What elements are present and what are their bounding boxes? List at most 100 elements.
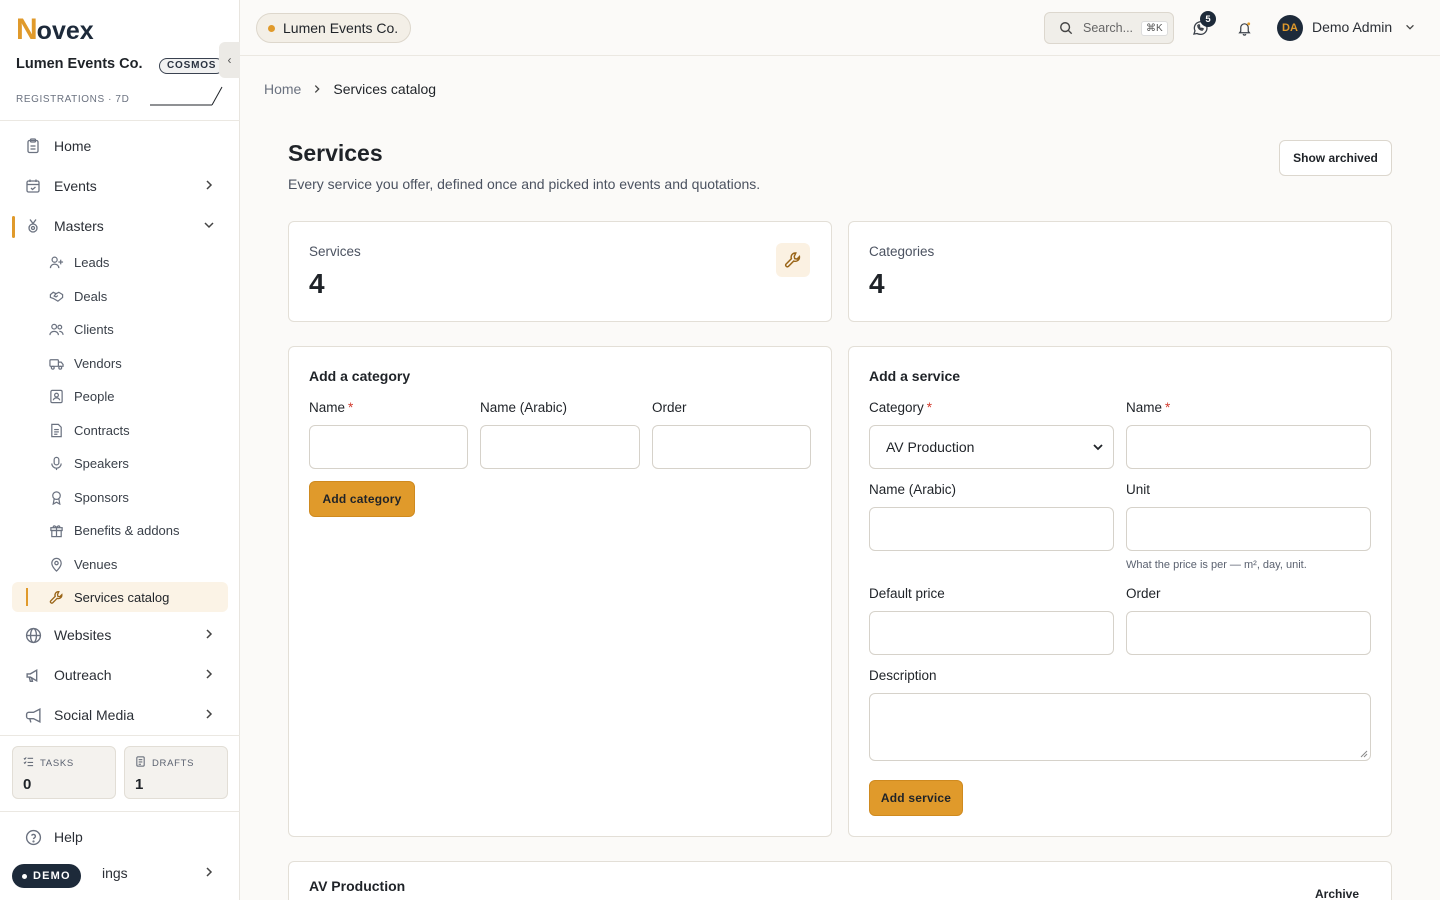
topbar: Lumen Events Co. Search... ⌘K 5 DA Demo …	[240, 0, 1440, 56]
chevron-down-icon	[1093, 444, 1103, 451]
show-archived-button[interactable]: Show archived	[1279, 140, 1392, 176]
sidebar-item-people[interactable]: People	[12, 381, 228, 411]
megaphone-icon	[24, 666, 42, 684]
category-name-input[interactable]	[309, 425, 468, 469]
resize-handle-icon[interactable]	[1360, 750, 1368, 758]
description-textarea[interactable]	[869, 693, 1371, 761]
user-menu[interactable]: Demo Admin	[1312, 19, 1416, 36]
sidebar-item-outreach[interactable]: Outreach	[12, 655, 228, 695]
archive-category-button[interactable]: Archive	[1315, 887, 1359, 900]
sidebar-item-label: Speakers	[74, 455, 129, 471]
avatar[interactable]: DA	[1277, 15, 1303, 41]
sidebar-item-label: Home	[54, 138, 92, 154]
sidebar-item-speakers[interactable]: Speakers	[12, 448, 228, 478]
stat-value: 4	[309, 268, 325, 299]
sidebar: N ovex Lumen Events Co. COSMOS ‹ REGISTR…	[0, 0, 240, 900]
notifications-button[interactable]	[1234, 18, 1254, 38]
tenant-switcher[interactable]: Lumen Events Co.	[256, 13, 412, 43]
field-label: Default price	[869, 586, 945, 601]
field-label: Order	[652, 400, 687, 415]
brand-logo-n: N	[16, 13, 38, 46]
sidebar-item-benefits-addons[interactable]: Benefits & addons	[12, 515, 228, 545]
sidebar-item-help[interactable]: Help	[12, 817, 228, 857]
service-unit-input[interactable]	[1126, 507, 1371, 551]
sidebar-divider	[0, 120, 240, 121]
sidebar-item-deals[interactable]: Deals	[12, 281, 228, 311]
sidebar-item-contracts[interactable]: Contracts	[12, 415, 228, 445]
sidebar-item-masters[interactable]: Masters	[12, 206, 228, 246]
service-name-input[interactable]	[1126, 425, 1371, 469]
search-label: Search...	[1083, 21, 1134, 35]
field-label: Order	[1126, 586, 1161, 601]
medal-icon	[24, 217, 42, 235]
sidebar-item-label: Masters	[54, 218, 104, 234]
handshake-icon	[48, 288, 64, 304]
sidebar-item-leads[interactable]: Leads	[12, 247, 228, 277]
sidebar-item-label: Benefits & addons	[74, 522, 180, 538]
tenant-name: Lumen Events Co.	[283, 20, 399, 36]
sidebar-item-home[interactable]: Home	[12, 126, 228, 166]
demo-mode-badge[interactable]: DEMO	[12, 864, 81, 888]
field-label: Name *	[309, 400, 354, 415]
service-order-input[interactable]	[1126, 611, 1371, 655]
service-category-select[interactable]: AV Production	[869, 425, 1114, 469]
category-section-av-production: AV Production Archive	[288, 861, 1392, 900]
sidebar-item-label: Vendors	[74, 355, 122, 371]
award-icon	[48, 489, 64, 505]
sidebar-item-sponsors[interactable]: Sponsors	[12, 482, 228, 512]
sidebar-divider	[0, 811, 240, 812]
sidebar-item-websites[interactable]: Websites	[12, 615, 228, 655]
default-price-input[interactable]	[869, 611, 1114, 655]
sidebar-item-label: Venues	[74, 556, 118, 572]
tasks-count: 0	[23, 776, 32, 793]
search-icon	[1059, 21, 1073, 35]
drafts-counter-card[interactable]: DRAFTS 1	[124, 746, 228, 799]
org-plan-badge: COSMOS	[159, 58, 225, 74]
search-button[interactable]: Search... ⌘K	[1044, 12, 1174, 44]
wrench-icon	[48, 589, 64, 605]
sidebar-item-label: Leads	[74, 254, 110, 270]
add-category-button[interactable]: Add category	[309, 481, 415, 517]
globe-icon	[24, 626, 42, 644]
sidebar-item-clients[interactable]: Clients	[12, 314, 228, 344]
category-name-arabic-input[interactable]	[480, 425, 640, 469]
tasks-counter-card[interactable]: TASKS 0	[12, 746, 116, 799]
field-label: Description	[869, 668, 937, 683]
sidebar-item-label: Clients	[74, 321, 114, 337]
demo-label: DEMO	[33, 870, 71, 882]
sidebar-item-label: Events	[54, 178, 97, 194]
stat-value: 4	[869, 268, 885, 299]
map-pin-icon	[48, 556, 64, 572]
page-subtitle: Every service you offer, defined once an…	[288, 176, 761, 192]
sidebar-item-services-catalog[interactable]: Services catalog	[12, 582, 228, 612]
add-service-button[interactable]: Add service	[869, 780, 963, 816]
page-title: Services	[288, 140, 383, 166]
sidebar-item-vendors[interactable]: Vendors	[12, 348, 228, 378]
field-label: Name (Arabic)	[869, 482, 957, 497]
brand-logo[interactable]: N ovex	[16, 14, 94, 46]
breadcrumb: Home Services catalog	[264, 81, 436, 97]
sidebar-collapse-button[interactable]: ‹	[219, 42, 240, 78]
service-name-arabic-input[interactable]	[869, 507, 1114, 551]
sidebar-item-label: Sponsors	[74, 489, 129, 505]
category-order-input[interactable]	[652, 425, 811, 469]
sidebar-item-label: Contracts	[74, 422, 130, 438]
sidebar-item-label: Services catalog	[74, 589, 170, 605]
stat-label: Categories	[869, 244, 935, 259]
sidebar-item-label: Outreach	[54, 667, 112, 683]
sidebar-item-events[interactable]: Events	[12, 166, 228, 206]
drafts-label: DRAFTS	[152, 757, 195, 769]
services-stat-card: Services 4	[288, 221, 832, 322]
sidebar-item-social-media[interactable]: Social Media	[12, 695, 228, 735]
sidebar-item-venues[interactable]: Venues	[12, 549, 228, 579]
sidebar-item-label: Help	[54, 829, 83, 845]
breadcrumb-home[interactable]: Home	[264, 81, 301, 97]
field-label: Name (Arabic)	[480, 400, 568, 415]
users-icon	[48, 321, 64, 337]
chevron-right-icon	[206, 709, 213, 719]
bell-icon	[1237, 21, 1252, 36]
user-plus-icon	[48, 254, 64, 270]
chevron-right-icon	[206, 669, 213, 679]
org-name: Lumen Events Co.	[16, 56, 143, 72]
file-text-icon	[48, 422, 64, 438]
